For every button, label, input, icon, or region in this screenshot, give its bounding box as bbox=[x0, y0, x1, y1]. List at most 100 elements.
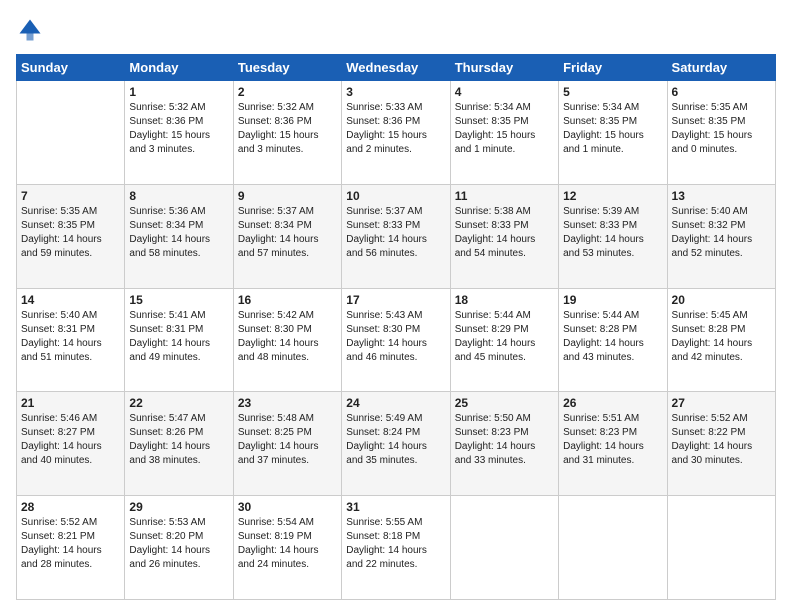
day-number: 19 bbox=[563, 293, 662, 307]
cell-content: Sunrise: 5:47 AMSunset: 8:26 PMDaylight:… bbox=[129, 412, 228, 468]
week-row-3: 14Sunrise: 5:40 AMSunset: 8:31 PMDayligh… bbox=[17, 288, 776, 392]
header-cell-tuesday: Tuesday bbox=[233, 55, 341, 81]
calendar-cell: 4 Sunrise: 5:34 AMSunset: 8:35 PMDaylight… bbox=[450, 81, 558, 185]
day-number: 22 bbox=[129, 396, 228, 410]
day-number: 28 bbox=[21, 500, 120, 514]
cell-content: Sunrise: 5:35 AMSunset: 8:35 PMDaylight:… bbox=[672, 101, 771, 157]
calendar-page: SundayMondayTuesdayWednesdayThursdayFrid… bbox=[0, 0, 792, 612]
calendar-cell: 19 Sunrise: 5:44 AMSunset: 8:28 PMDayligh… bbox=[559, 288, 667, 392]
week-row-2: 7 Sunrise: 5:35 AMSunset: 8:35 PMDaylight… bbox=[17, 184, 776, 288]
calendar-cell: 25Sunrise: 5:50 AMSunset: 8:23 PMDayligh… bbox=[450, 392, 558, 496]
cell-content: Sunrise: 5:45 AMSunset: 8:28 PMDaylight:… bbox=[672, 309, 771, 365]
day-number: 15 bbox=[129, 293, 228, 307]
calendar-cell: 17 Sunrise: 5:43 AMSunset: 8:30 PMDayligh… bbox=[342, 288, 450, 392]
cell-content: Sunrise: 5:40 AMSunset: 8:31 PMDaylight:… bbox=[21, 309, 120, 365]
logo bbox=[16, 16, 48, 44]
cell-content: Sunrise: 5:43 AMSunset: 8:30 PMDaylight:… bbox=[346, 309, 445, 365]
cell-content: Sunrise: 5:40 AMSunset: 8:32 PMDaylight:… bbox=[672, 205, 771, 261]
calendar-cell: 26Sunrise: 5:51 AMSunset: 8:23 PMDayligh… bbox=[559, 392, 667, 496]
calendar-body: 1 Sunrise: 5:32 AMSunset: 8:36 PMDaylight… bbox=[17, 81, 776, 600]
calendar-cell: 8 Sunrise: 5:36 AMSunset: 8:34 PMDaylight… bbox=[125, 184, 233, 288]
day-number: 29 bbox=[129, 500, 228, 514]
day-number: 12 bbox=[563, 189, 662, 203]
cell-content: Sunrise: 5:34 AMSunset: 8:35 PMDaylight:… bbox=[455, 101, 554, 157]
day-number: 13 bbox=[672, 189, 771, 203]
cell-content: Sunrise: 5:42 AMSunset: 8:30 PMDaylight:… bbox=[238, 309, 337, 365]
day-number: 9 bbox=[238, 189, 337, 203]
header-cell-thursday: Thursday bbox=[450, 55, 558, 81]
calendar-cell: 16 Sunrise: 5:42 AMSunset: 8:30 PMDayligh… bbox=[233, 288, 341, 392]
cell-content: Sunrise: 5:34 AMSunset: 8:35 PMDaylight:… bbox=[563, 101, 662, 157]
day-number: 18 bbox=[455, 293, 554, 307]
cell-content: Sunrise: 5:39 AMSunset: 8:33 PMDaylight:… bbox=[563, 205, 662, 261]
cell-content: Sunrise: 5:37 AMSunset: 8:33 PMDaylight:… bbox=[346, 205, 445, 261]
day-number: 3 bbox=[346, 85, 445, 99]
day-number: 8 bbox=[129, 189, 228, 203]
day-number: 1 bbox=[129, 85, 228, 99]
calendar-cell: 6 Sunrise: 5:35 AMSunset: 8:35 PMDaylight… bbox=[667, 81, 775, 185]
calendar-cell: 29Sunrise: 5:53 AMSunset: 8:20 PMDayligh… bbox=[125, 496, 233, 600]
cell-content: Sunrise: 5:49 AMSunset: 8:24 PMDaylight:… bbox=[346, 412, 445, 468]
day-number: 10 bbox=[346, 189, 445, 203]
header-cell-sunday: Sunday bbox=[17, 55, 125, 81]
header-cell-wednesday: Wednesday bbox=[342, 55, 450, 81]
calendar-cell: 11 Sunrise: 5:38 AMSunset: 8:33 PMDayligh… bbox=[450, 184, 558, 288]
calendar-cell bbox=[17, 81, 125, 185]
day-number: 24 bbox=[346, 396, 445, 410]
day-number: 6 bbox=[672, 85, 771, 99]
day-number: 27 bbox=[672, 396, 771, 410]
day-number: 7 bbox=[21, 189, 120, 203]
cell-content: Sunrise: 5:38 AMSunset: 8:33 PMDaylight:… bbox=[455, 205, 554, 261]
calendar-cell: 1 Sunrise: 5:32 AMSunset: 8:36 PMDaylight… bbox=[125, 81, 233, 185]
cell-content: Sunrise: 5:32 AMSunset: 8:36 PMDaylight:… bbox=[129, 101, 228, 157]
calendar-cell: 27 Sunrise: 5:52 AMSunset: 8:22 PMDayligh… bbox=[667, 392, 775, 496]
header-cell-saturday: Saturday bbox=[667, 55, 775, 81]
week-row-5: 28Sunrise: 5:52 AMSunset: 8:21 PMDayligh… bbox=[17, 496, 776, 600]
calendar-cell: 24 Sunrise: 5:49 AMSunset: 8:24 PMDayligh… bbox=[342, 392, 450, 496]
cell-content: Sunrise: 5:55 AMSunset: 8:18 PMDaylight:… bbox=[346, 516, 445, 572]
calendar-cell: 31 Sunrise: 5:55 AMSunset: 8:18 PMDayligh… bbox=[342, 496, 450, 600]
day-number: 31 bbox=[346, 500, 445, 514]
day-number: 26 bbox=[563, 396, 662, 410]
calendar-table: SundayMondayTuesdayWednesdayThursdayFrid… bbox=[16, 54, 776, 600]
calendar-cell: 14Sunrise: 5:40 AMSunset: 8:31 PMDayligh… bbox=[17, 288, 125, 392]
logo-icon bbox=[16, 16, 44, 44]
day-number: 11 bbox=[455, 189, 554, 203]
cell-content: Sunrise: 5:50 AMSunset: 8:23 PMDaylight:… bbox=[455, 412, 554, 468]
week-row-1: 1 Sunrise: 5:32 AMSunset: 8:36 PMDaylight… bbox=[17, 81, 776, 185]
day-number: 4 bbox=[455, 85, 554, 99]
calendar-cell: 5 Sunrise: 5:34 AMSunset: 8:35 PMDaylight… bbox=[559, 81, 667, 185]
day-number: 17 bbox=[346, 293, 445, 307]
calendar-cell: 2Sunrise: 5:32 AMSunset: 8:36 PMDaylight… bbox=[233, 81, 341, 185]
cell-content: Sunrise: 5:46 AMSunset: 8:27 PMDaylight:… bbox=[21, 412, 120, 468]
calendar-cell: 13 Sunrise: 5:40 AMSunset: 8:32 PMDayligh… bbox=[667, 184, 775, 288]
calendar-cell: 3 Sunrise: 5:33 AMSunset: 8:36 PMDaylight… bbox=[342, 81, 450, 185]
week-row-4: 21 Sunrise: 5:46 AMSunset: 8:27 PMDayligh… bbox=[17, 392, 776, 496]
cell-content: Sunrise: 5:36 AMSunset: 8:34 PMDaylight:… bbox=[129, 205, 228, 261]
header-cell-monday: Monday bbox=[125, 55, 233, 81]
cell-content: Sunrise: 5:35 AMSunset: 8:35 PMDaylight:… bbox=[21, 205, 120, 261]
cell-content: Sunrise: 5:52 AMSunset: 8:22 PMDaylight:… bbox=[672, 412, 771, 468]
day-number: 5 bbox=[563, 85, 662, 99]
day-number: 16 bbox=[238, 293, 337, 307]
calendar-cell bbox=[667, 496, 775, 600]
cell-content: Sunrise: 5:44 AMSunset: 8:28 PMDaylight:… bbox=[563, 309, 662, 365]
calendar-cell: 12 Sunrise: 5:39 AMSunset: 8:33 PMDayligh… bbox=[559, 184, 667, 288]
cell-content: Sunrise: 5:41 AMSunset: 8:31 PMDaylight:… bbox=[129, 309, 228, 365]
day-number: 2 bbox=[238, 85, 337, 99]
day-number: 30 bbox=[238, 500, 337, 514]
cell-content: Sunrise: 5:33 AMSunset: 8:36 PMDaylight:… bbox=[346, 101, 445, 157]
day-number: 21 bbox=[21, 396, 120, 410]
calendar-cell: 9 Sunrise: 5:37 AMSunset: 8:34 PMDaylight… bbox=[233, 184, 341, 288]
day-number: 20 bbox=[672, 293, 771, 307]
calendar-cell bbox=[559, 496, 667, 600]
cell-content: Sunrise: 5:48 AMSunset: 8:25 PMDaylight:… bbox=[238, 412, 337, 468]
calendar-cell: 15 Sunrise: 5:41 AMSunset: 8:31 PMDayligh… bbox=[125, 288, 233, 392]
header-cell-friday: Friday bbox=[559, 55, 667, 81]
calendar-cell: 7 Sunrise: 5:35 AMSunset: 8:35 PMDaylight… bbox=[17, 184, 125, 288]
header-row: SundayMondayTuesdayWednesdayThursdayFrid… bbox=[17, 55, 776, 81]
cell-content: Sunrise: 5:37 AMSunset: 8:34 PMDaylight:… bbox=[238, 205, 337, 261]
calendar-cell: 22 Sunrise: 5:47 AMSunset: 8:26 PMDayligh… bbox=[125, 392, 233, 496]
calendar-cell: 28Sunrise: 5:52 AMSunset: 8:21 PMDayligh… bbox=[17, 496, 125, 600]
calendar-cell: 21 Sunrise: 5:46 AMSunset: 8:27 PMDayligh… bbox=[17, 392, 125, 496]
